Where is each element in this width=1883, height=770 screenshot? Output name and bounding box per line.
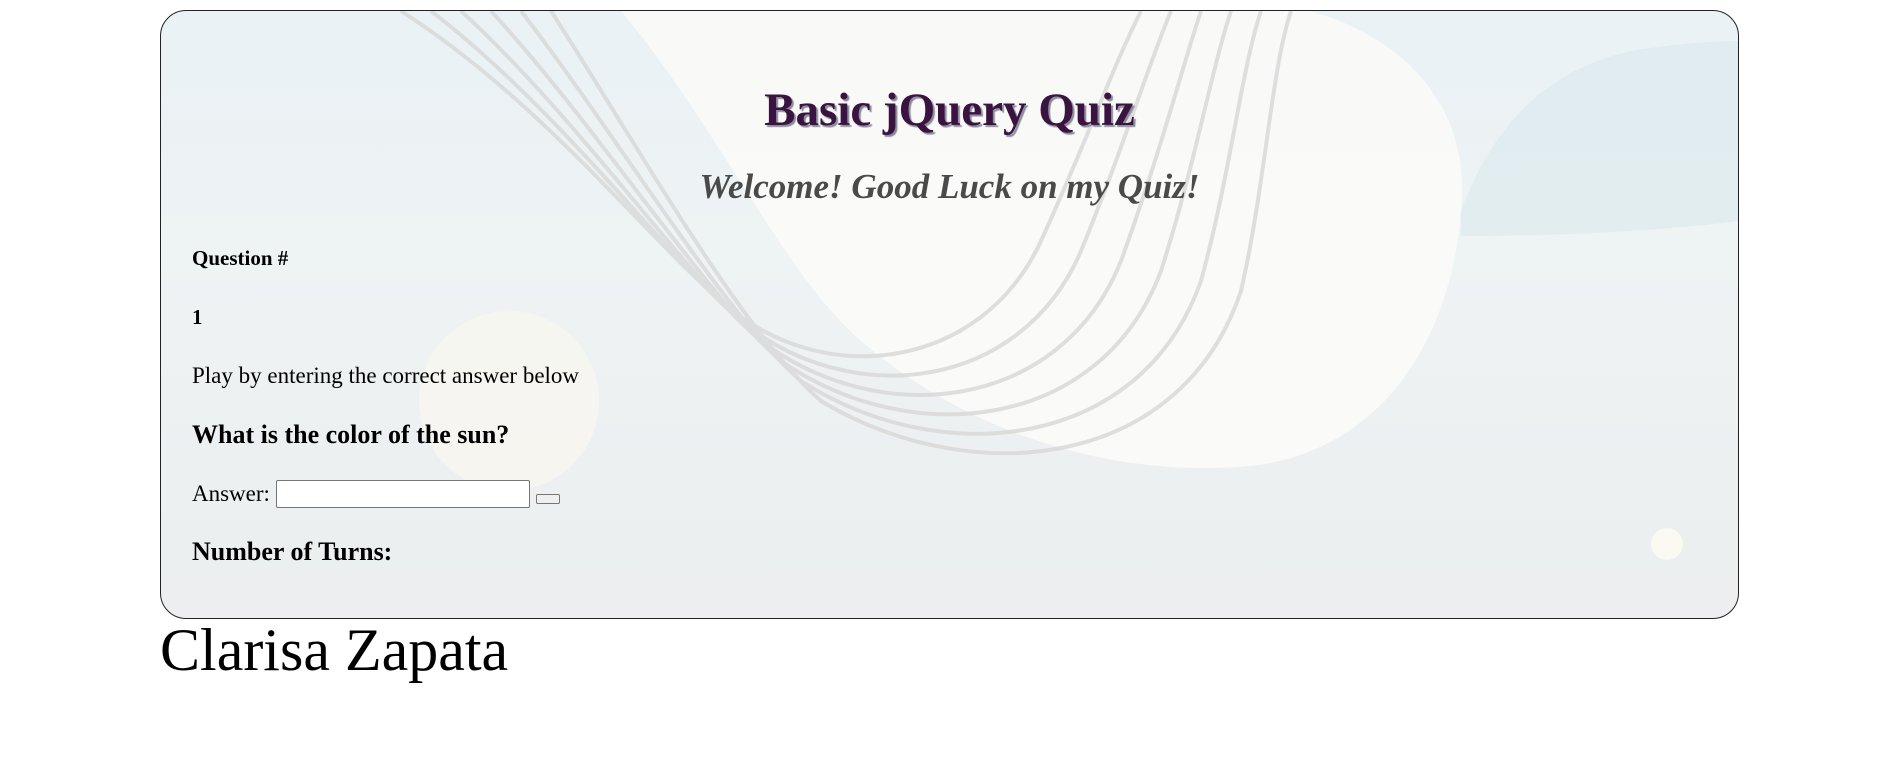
quiz-card: Basic jQuery Quiz Welcome! Good Luck on …: [160, 10, 1739, 619]
question-text: What is the color of the sun?: [192, 420, 510, 449]
answer-input[interactable]: [275, 480, 530, 508]
welcome-message: Welcome! Good Luck on my Quiz!: [699, 167, 1200, 206]
question-number-label: Question #: [192, 246, 289, 270]
quiz-content: Basic jQuery Quiz Welcome! Good Luck on …: [192, 11, 1707, 618]
number-of-turns-label: Number of Turns:: [192, 537, 393, 566]
question-number-value: 1: [192, 305, 203, 329]
instructions-text: Play by entering the correct answer belo…: [192, 363, 580, 388]
answer-row: Answer:: [192, 477, 560, 511]
submit-button[interactable]: [535, 494, 560, 504]
quiz-title: Basic jQuery Quiz: [764, 84, 1135, 136]
author-name: Clarisa Zapata: [160, 617, 509, 683]
answer-label: Answer:: [192, 481, 270, 506]
